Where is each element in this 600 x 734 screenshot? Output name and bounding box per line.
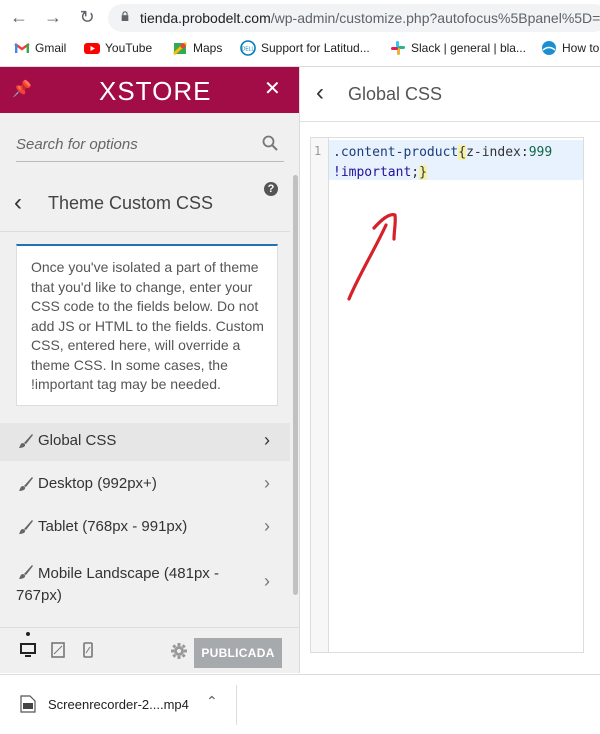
bookmark-howto[interactable]: How to [541, 40, 599, 56]
reload-icon[interactable]: ↻ [76, 6, 98, 28]
forward-arrow-icon[interactable]: → [42, 6, 64, 28]
mobile-icon[interactable] [80, 642, 96, 658]
gear-icon[interactable] [171, 643, 187, 659]
gmail-icon [14, 43, 30, 53]
bookmark-slack[interactable]: Slack | general | bla... [390, 40, 526, 56]
url-path: /wp-admin/customize.php?autofocus%5Bpane… [270, 10, 600, 26]
menu-item-label: Mobile Landscape (481px - 767px) [16, 565, 219, 604]
downloads-bar: Screenrecorder-2....mp4 ⌃ [0, 674, 600, 734]
css-property: z-index: [466, 145, 529, 160]
description-box: Once you've isolated a part of theme tha… [16, 244, 278, 406]
sidebar-scrollbar[interactable] [293, 175, 298, 595]
menu-item-global-css[interactable]: Global CSS › [0, 423, 290, 461]
bookmark-label: Support for Latitud... [261, 41, 370, 55]
line-number: 1 [314, 144, 322, 158]
menu-item-label: Global CSS [38, 432, 117, 449]
bookmark-youtube[interactable]: YouTube [84, 40, 152, 56]
menu-item-label: Desktop (992px+) [38, 475, 157, 492]
menu-item-desktop[interactable]: Desktop (992px+) › [0, 465, 290, 505]
svg-text:DELL: DELL [242, 47, 255, 53]
bookmark-label: Slack | general | bla... [411, 41, 526, 55]
close-icon[interactable]: ✕ [264, 76, 281, 101]
globe-icon [542, 41, 556, 55]
bookmark-label: YouTube [105, 41, 153, 55]
bookmark-maps[interactable]: Maps [172, 40, 222, 56]
css-value: 999 [528, 145, 553, 160]
back-chevron-icon[interactable]: ‹ [316, 79, 324, 107]
chevron-right-icon: › [264, 473, 270, 493]
chevron-right-icon: › [264, 571, 270, 591]
css-brace-open: { [458, 145, 467, 160]
address-bar[interactable]: tienda.probodelt.com/wp-admin/customize.… [108, 4, 600, 32]
dell-icon: DELL [240, 40, 256, 56]
bookmark-gmail[interactable]: Gmail [14, 40, 66, 56]
pane-title: Global CSS [348, 84, 443, 104]
maps-icon [172, 41, 188, 56]
chevron-right-icon: › [264, 516, 270, 536]
menu-item-label: Tablet (768px - 991px) [38, 518, 188, 535]
browser-toolbar: ← → ↻ tienda.probodelt.com/wp-admin/cust… [0, 0, 600, 67]
line-gutter: 1 [311, 138, 329, 652]
brush-icon [19, 434, 33, 448]
back-chevron-icon[interactable]: ‹ [14, 189, 22, 217]
code-content[interactable]: .content-product{z-index:999 !important;… [333, 143, 573, 183]
chevron-right-icon: › [264, 430, 270, 450]
bookmarks-bar: Gmail YouTube Maps DELL Support for Lati… [0, 38, 600, 62]
tablet-icon[interactable] [50, 642, 66, 658]
sidebar-footer: PUBLICADA [0, 627, 299, 673]
back-arrow-icon[interactable]: ← [8, 6, 30, 28]
menu-item-mobile-landscape[interactable]: Mobile Landscape (481px - 767px) › [0, 553, 290, 615]
divider [236, 685, 237, 725]
lock-icon [121, 11, 129, 21]
publish-button[interactable]: PUBLICADA [194, 638, 282, 668]
pin-icon[interactable]: 📌 [12, 79, 32, 99]
bookmark-dell[interactable]: DELL Support for Latitud... [240, 40, 370, 56]
bookmark-label: Gmail [35, 41, 67, 55]
brand-logo: XSTORE [99, 76, 212, 106]
css-editor-pane: ‹ Global CSS 1 .content-product{z-index:… [300, 67, 600, 673]
bookmark-label: Maps [193, 41, 223, 55]
slack-icon [391, 41, 405, 55]
annotation-arrow [347, 213, 397, 301]
desktop-icon[interactable] [20, 642, 36, 658]
file-icon [20, 695, 36, 713]
menu-item-tablet[interactable]: Tablet (768px - 991px) › [0, 508, 290, 548]
active-device-dot [26, 632, 30, 636]
download-filename[interactable]: Screenrecorder-2....mp4 [48, 697, 189, 712]
search-icon[interactable] [262, 135, 278, 151]
brush-icon [19, 520, 33, 534]
css-brace-close: } [419, 165, 427, 180]
brush-icon [19, 477, 33, 491]
bookmark-label: How to [562, 41, 600, 55]
help-icon[interactable]: ? [264, 182, 278, 196]
brand-header: 📌 XSTORE ✕ [0, 67, 299, 113]
css-important: !important [333, 165, 412, 180]
youtube-icon [84, 43, 100, 54]
css-semicolon: ; [411, 165, 420, 180]
url-host: tienda.probodelt.com [140, 10, 271, 26]
customizer-sidebar: 📌 XSTORE ✕ ‹ Theme Custom CSS ? Once you… [0, 67, 300, 673]
search-field [16, 129, 284, 162]
pane-header: ‹ Global CSS [300, 67, 600, 122]
search-input[interactable] [16, 129, 256, 159]
chevron-up-icon[interactable]: ⌃ [206, 693, 218, 710]
section-header: ‹ Theme Custom CSS ? [0, 177, 290, 232]
css-selector: .content-product [333, 145, 459, 160]
url-text: tienda.probodelt.com/wp-admin/customize.… [140, 10, 600, 26]
section-title: Theme Custom CSS [48, 193, 214, 213]
